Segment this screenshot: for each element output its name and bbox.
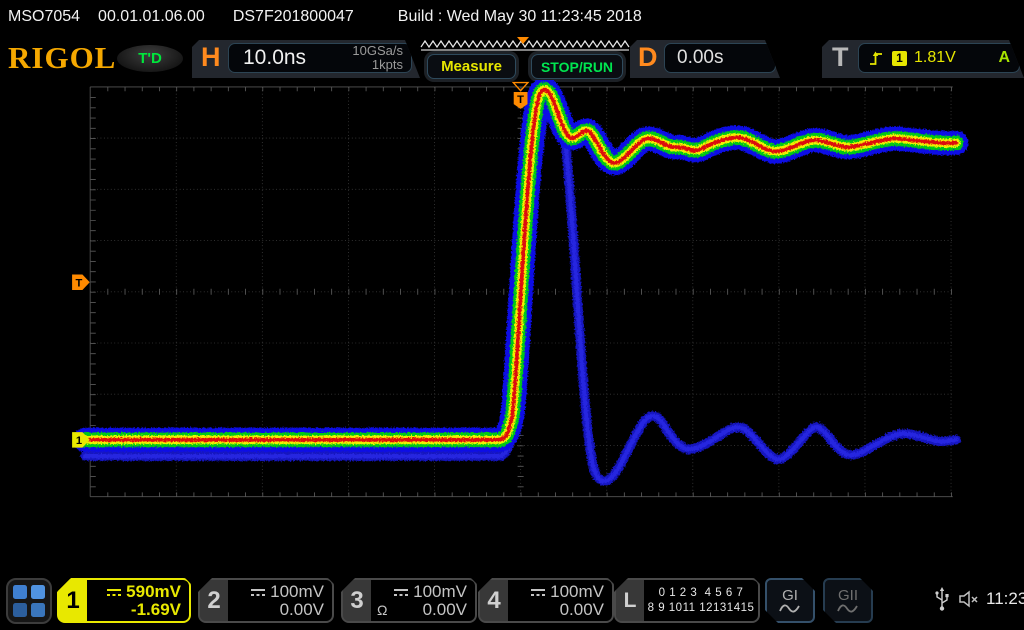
firmware-version: 00.01.01.06.00: [98, 8, 205, 26]
sine-wave-icon: [836, 603, 860, 614]
channel1-zero-marker-label: 1: [76, 435, 82, 447]
channel3-box[interactable]: 3 100mV Ω 0.00V: [341, 578, 477, 623]
horizontal-label: H: [201, 42, 221, 73]
channel3-number: 3: [343, 580, 371, 621]
dc-coupling-icon: [531, 589, 545, 596]
trigger-level-marker[interactable]: T: [72, 275, 90, 290]
generator1-label: GI: [782, 588, 798, 603]
delay-settings[interactable]: D 0.00s: [630, 40, 780, 78]
memory-depth: 1kpts: [372, 57, 403, 72]
measure-button-label: Measure: [441, 58, 502, 75]
timebase-value: 10.0ns: [243, 46, 306, 70]
delay-value: 0.00s: [677, 47, 723, 69]
delay-label: D: [638, 42, 658, 73]
serial-number: DS7F201800047: [233, 8, 354, 26]
channel1-scale: 590mV: [126, 583, 181, 601]
trigger-position-marker-label: T: [517, 94, 524, 106]
trigger-label: T: [832, 42, 849, 73]
generator2-label: GII: [838, 588, 858, 603]
generator1-button[interactable]: GI: [765, 578, 815, 623]
channel3-scale: 100mV: [413, 583, 467, 601]
dc-coupling-icon: [107, 589, 121, 596]
logic-row-0-7: 0 1 2 3 4 5 6 7: [659, 586, 744, 601]
trigger-box[interactable]: 1 1.81V A: [858, 43, 1020, 73]
channel2-box[interactable]: 2 100mV 0.00V: [198, 578, 334, 623]
overview-waveform-zigzag: [421, 41, 629, 47]
channel1-offset: -1.69V: [131, 601, 181, 619]
speaker-muted-icon[interactable]: [958, 589, 982, 609]
trigger-level-marker-label: T: [76, 278, 83, 290]
menu-grid-icon: [13, 585, 27, 599]
logic-label: L: [616, 580, 644, 621]
channel2-offset: 0.00V: [280, 601, 324, 619]
channel4-offset: 0.00V: [560, 601, 604, 619]
channel4-box[interactable]: 4 100mV 0.00V: [478, 578, 614, 623]
rising-edge-icon: [869, 50, 884, 66]
measure-button[interactable]: Measure: [427, 54, 516, 79]
horizontal-settings[interactable]: H 10.0ns 10GSa/s 1kpts: [192, 40, 420, 78]
channel3-offset: 0.00V: [423, 601, 467, 619]
clock: 11:23: [986, 589, 1024, 609]
acquisition-info: 10GSa/s 1kpts: [352, 44, 403, 72]
channel1-box[interactable]: 1 590mV -1.69V: [57, 578, 191, 623]
trigger-level-value: 1.81V: [914, 49, 956, 67]
generator2-button[interactable]: GII: [823, 578, 873, 623]
trigger-status-badge: T'D: [117, 45, 183, 72]
channel1-number: 1: [59, 580, 87, 621]
usb-icon: [934, 586, 950, 612]
trigger-mode: A: [998, 49, 1010, 67]
model-name: MSO7054: [8, 8, 80, 26]
horizontal-position-strip[interactable]: [418, 36, 632, 52]
system-info-bar: MSO7054 00.01.01.06.00 DS7F201800047 Bui…: [0, 0, 1024, 33]
dc-coupling-icon: [394, 589, 408, 596]
timebase-box[interactable]: 10.0ns 10GSa/s 1kpts: [228, 43, 412, 73]
trigger-settings[interactable]: T 1 1.81V A: [822, 40, 1024, 78]
waveform-display[interactable]: T T 1: [0, 80, 1024, 575]
menu-button[interactable]: [6, 578, 52, 624]
logic-channels-box[interactable]: L 0 1 2 3 4 5 6 7 8 9 1011 12131415: [614, 578, 760, 623]
sine-wave-icon: [778, 603, 802, 614]
logic-row-8-15: 8 9 1011 12131415: [648, 601, 755, 616]
trigger-source-badge: 1: [892, 51, 907, 66]
channel3-impedance: Ω: [375, 601, 387, 619]
channel2-scale: 100mV: [270, 583, 324, 601]
rigol-logo: RIGOL: [8, 40, 116, 76]
trigger-status-label: T'D: [138, 50, 162, 67]
channel4-scale: 100mV: [550, 583, 604, 601]
sample-rate: 10GSa/s: [352, 43, 403, 58]
delay-box[interactable]: 0.00s: [664, 43, 776, 73]
trace-channel1-persistence: [85, 90, 956, 440]
channel4-number: 4: [480, 580, 508, 621]
stop-run-button-label: STOP/RUN: [541, 59, 613, 75]
stop-run-button[interactable]: STOP/RUN: [531, 54, 623, 79]
dc-coupling-icon: [251, 589, 265, 596]
channel2-number: 2: [200, 580, 228, 621]
build-date: Build : Wed May 30 11:23:45 2018: [398, 8, 642, 26]
